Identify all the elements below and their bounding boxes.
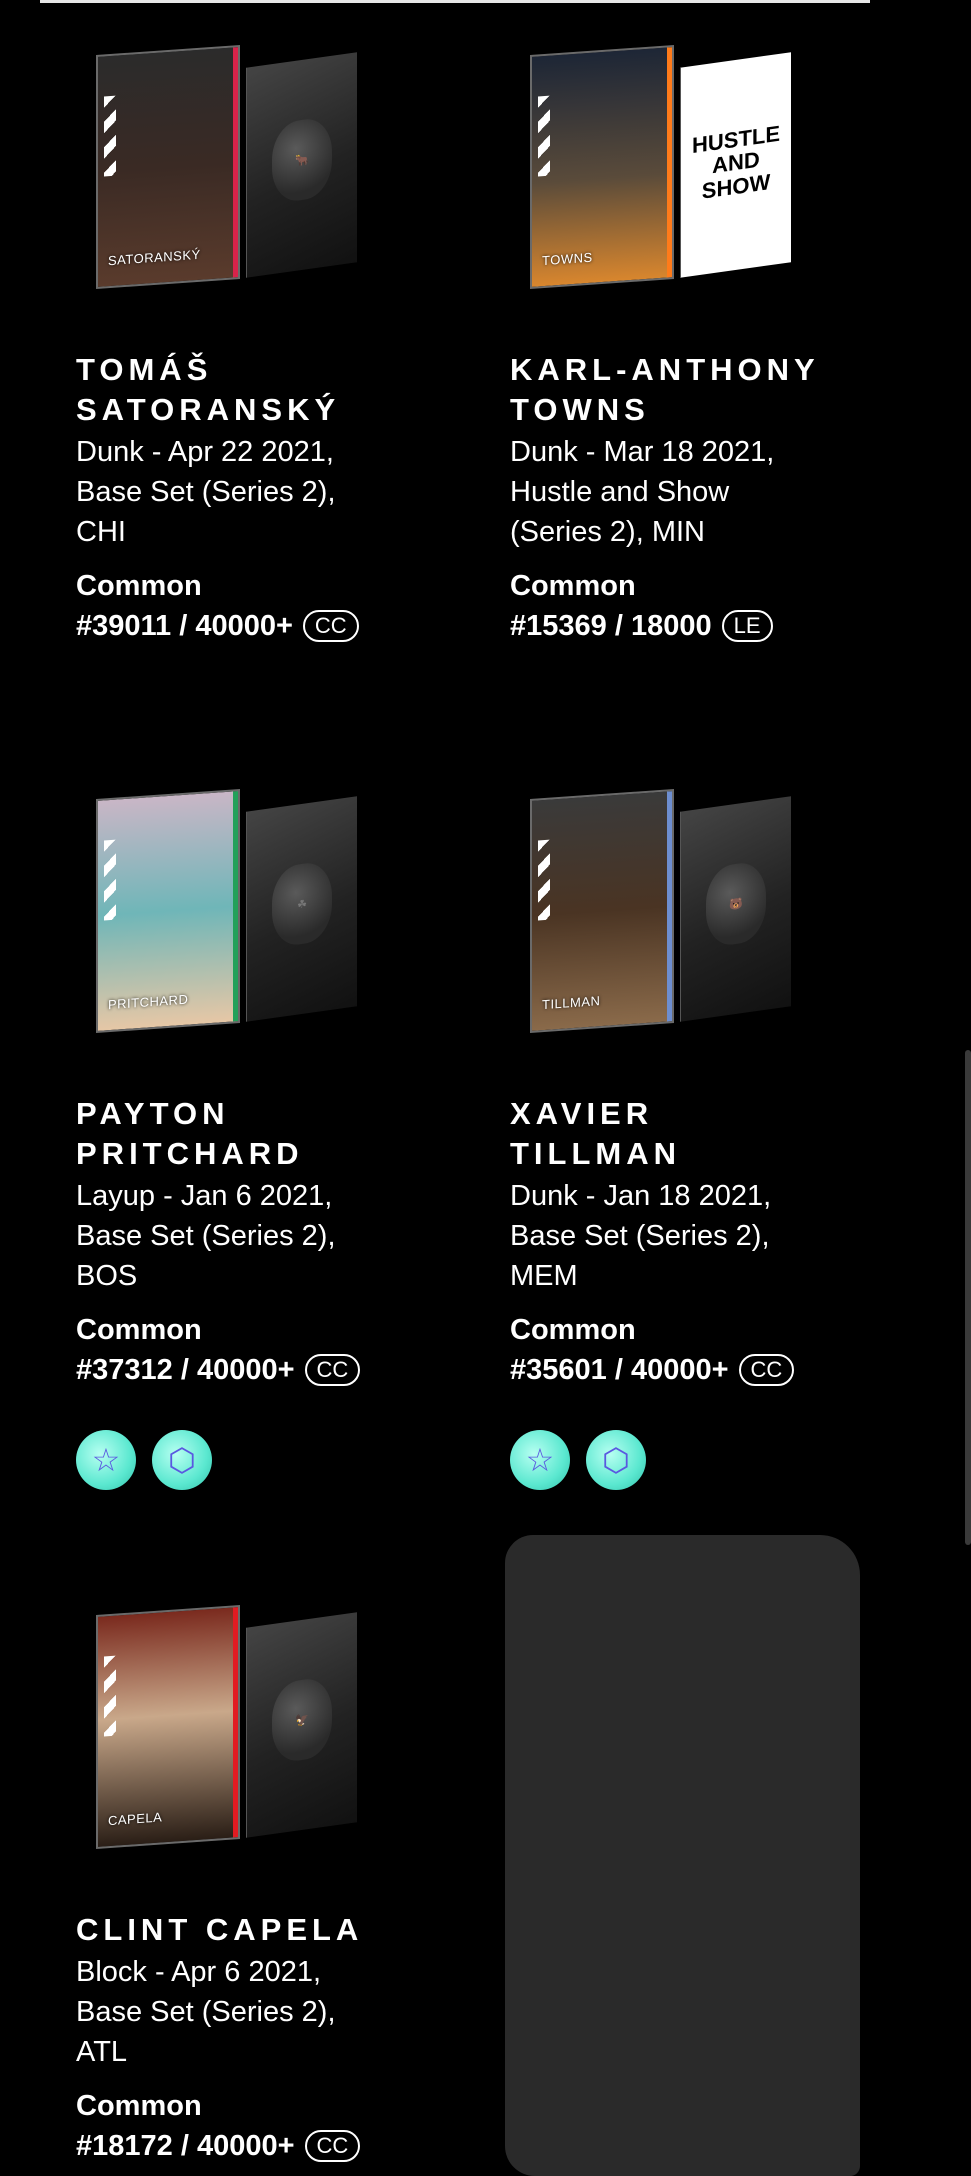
- star-badge-icon[interactable]: ☆: [76, 1430, 136, 1490]
- card-front: TOWNS: [530, 44, 674, 290]
- card-cube-image: SATORANSKÝ 🐂: [96, 40, 376, 300]
- rarity-label: Common: [510, 570, 636, 602]
- moment-description: Dunk - Jan 18 2021, Base Set (Series 2),…: [510, 1180, 772, 1292]
- serial-number: #18172 / 40000+ CC: [76, 2126, 486, 2166]
- card-side: HUSTLE AND SHOW: [680, 52, 791, 278]
- top-divider: [40, 0, 870, 3]
- player-name: PAYTON PRITCHARD: [76, 1096, 304, 1171]
- edition-badge: CC: [738, 1354, 795, 1386]
- badge-chips: ☆ ⬡: [510, 1430, 920, 1490]
- player-name: CLINT CAPELA: [76, 1912, 364, 1947]
- moment-description: Layup - Jan 6 2021, Base Set (Series 2),…: [76, 1180, 336, 1292]
- card-side: 🐻: [680, 796, 791, 1022]
- moment-card[interactable]: TOWNS HUSTLE AND SHOW KARL-ANTHONY TOWNS…: [510, 40, 920, 646]
- card-cube-image: TOWNS HUSTLE AND SHOW: [530, 40, 810, 300]
- edition-badge: CC: [304, 2130, 361, 2162]
- card-cube-image: TILLMAN 🐻: [530, 784, 810, 1044]
- card-side: ☘: [246, 796, 357, 1022]
- hustle-and-show-art: HUSTLE AND SHOW: [691, 71, 781, 255]
- moment-description: Dunk - Mar 18 2021, Hustle and Show (Ser…: [510, 436, 775, 548]
- player-name: XAVIER TILLMAN: [510, 1096, 682, 1171]
- serial-text: #39011 / 40000+: [76, 610, 293, 642]
- rarity-label: Common: [510, 1314, 636, 1346]
- badge-chips: ☆ ⬡: [76, 1430, 486, 1490]
- cube-badge-icon[interactable]: ⬡: [152, 1430, 212, 1490]
- edition-badge: CC: [302, 610, 359, 642]
- serial-number: #39011 / 40000+ CC: [76, 606, 486, 646]
- bulls-logo-icon: 🐂: [272, 115, 332, 205]
- moment-card[interactable]: SATORANSKÝ 🐂 TOMÁŠ SATORANSKÝ Dunk - Apr…: [76, 40, 486, 646]
- card-front: CAPELA: [96, 1604, 240, 1850]
- moment-card[interactable]: CAPELA 🦅 CLINT CAPELA Block - Apr 6 2021…: [76, 1600, 486, 2166]
- edition-badge: LE: [721, 610, 773, 642]
- serial-text: #35601 / 40000+: [510, 1354, 729, 1386]
- serial-number: #15369 / 18000 LE: [510, 606, 920, 646]
- moment-card[interactable]: TILLMAN 🐻 XAVIER TILLMAN Dunk - Jan 18 2…: [510, 784, 920, 1490]
- moment-card[interactable]: PRITCHARD ☘ PAYTON PRITCHARD Layup - Jan…: [76, 784, 486, 1490]
- card-cube-image: PRITCHARD ☘: [96, 784, 376, 1044]
- player-name: TOMÁŠ SATORANSKÝ: [76, 352, 341, 427]
- serial-text: #37312 / 40000+: [76, 1354, 295, 1386]
- card-front: PRITCHARD: [96, 788, 240, 1034]
- grizzlies-logo-icon: 🐻: [706, 859, 766, 949]
- serial-number: #35601 / 40000+ CC: [510, 1350, 920, 1390]
- card-front: SATORANSKÝ: [96, 44, 240, 290]
- card-cube-image: CAPELA 🦅: [96, 1600, 376, 1860]
- rarity-label: Common: [76, 1314, 202, 1346]
- serial-number: #37312 / 40000+ CC: [76, 1350, 486, 1390]
- moment-description: Dunk - Apr 22 2021, Base Set (Series 2),…: [76, 436, 336, 548]
- edition-badge: CC: [304, 1354, 361, 1386]
- scrollbar[interactable]: [965, 1050, 971, 1545]
- cube-badge-icon[interactable]: ⬡: [586, 1430, 646, 1490]
- card-side: 🐂: [246, 52, 357, 278]
- hawks-logo-icon: 🦅: [272, 1675, 332, 1765]
- card-side: 🦅: [246, 1612, 357, 1838]
- moment-description: Block - Apr 6 2021, Base Set (Series 2),…: [76, 1956, 336, 2068]
- card-front: TILLMAN: [530, 788, 674, 1034]
- rarity-label: Common: [76, 570, 202, 602]
- player-name: KARL-ANTHONY TOWNS: [510, 352, 820, 427]
- serial-text: #15369 / 18000: [510, 610, 712, 642]
- serial-text: #18172 / 40000+: [76, 2130, 295, 2162]
- redacted-card: [505, 1535, 860, 2176]
- celtics-logo-icon: ☘: [272, 859, 332, 949]
- rarity-label: Common: [76, 2090, 202, 2122]
- star-badge-icon[interactable]: ☆: [510, 1430, 570, 1490]
